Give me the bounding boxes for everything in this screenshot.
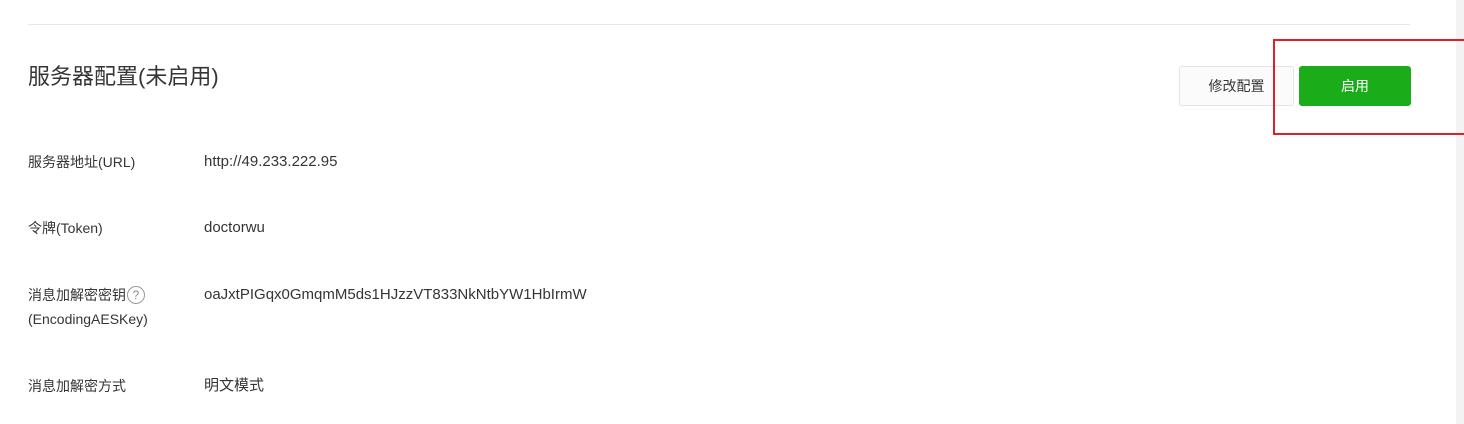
token-label: 令牌(Token) — [28, 220, 103, 236]
highlight-annotation-box — [1273, 39, 1464, 135]
encrypt-mode-value: 明文模式 — [204, 377, 265, 394]
token-value: doctorwu — [204, 219, 265, 236]
top-divider — [28, 24, 1410, 25]
server-config-page: 服务器配置(未启用) 修改配置 启用 服务器地址(URL) http://49.… — [0, 0, 1464, 424]
aes-key-value: oaJxtPIGqx0GmqmM5ds1HJzzVT833NkNtbYW1HbI… — [204, 286, 587, 303]
url-label: 服务器地址(URL) — [28, 154, 136, 170]
section-title: 服务器配置(未启用) — [28, 64, 219, 89]
aes-key-label: 消息加解密密钥? (EncodingAESKey) — [28, 283, 148, 331]
aes-key-label-line2: (EncodingAESKey) — [28, 311, 148, 327]
encrypt-mode-label: 消息加解密方式 — [28, 378, 126, 394]
url-value: http://49.233.222.95 — [204, 153, 338, 170]
question-circle-icon[interactable]: ? — [127, 285, 145, 304]
aes-key-label-text: 消息加解密密钥 — [28, 287, 126, 303]
aes-key-label-line1: 消息加解密密钥? — [28, 283, 148, 307]
